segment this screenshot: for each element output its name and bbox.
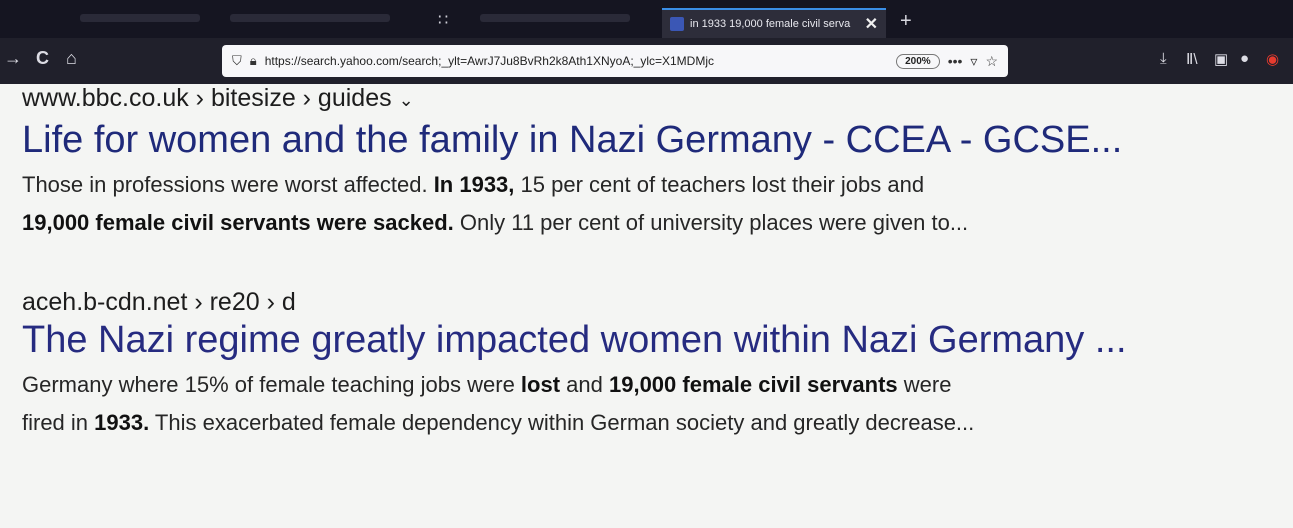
result-snippet: fired in 1933. This exacerbated female d… bbox=[22, 404, 1290, 442]
lock-icon[interactable]: 🔒︎ bbox=[250, 53, 257, 69]
search-result: aceh.b-cdn.net › re20 › d The Nazi regim… bbox=[22, 288, 1290, 442]
active-tab[interactable]: in 1933 19,000 female civil serva ✕ bbox=[662, 8, 886, 38]
background-tab[interactable] bbox=[80, 14, 200, 22]
snippet-highlight: 1933. bbox=[94, 410, 150, 435]
tab-bar: ∷ in 1933 19,000 female civil serva ✕ + bbox=[0, 0, 1293, 38]
tab-title: in 1933 19,000 female civil serva bbox=[690, 18, 851, 30]
result-snippet: Those in professions were worst affected… bbox=[22, 166, 1290, 204]
result-title-link[interactable]: Life for women and the family in Nazi Ge… bbox=[22, 119, 1290, 162]
extension-icon[interactable]: ● bbox=[1240, 50, 1249, 67]
reload-icon[interactable]: C bbox=[36, 48, 49, 69]
back-icon[interactable]: → bbox=[4, 48, 22, 69]
new-tab-button[interactable]: + bbox=[900, 10, 912, 33]
snippet-text: fired in bbox=[22, 410, 95, 435]
notification-icon[interactable]: ◉ bbox=[1266, 50, 1279, 68]
shield-icon[interactable]: ⛉ bbox=[232, 53, 242, 69]
tab-overflow-icon[interactable]: ∷ bbox=[438, 10, 449, 30]
snippet-text: Those in professions were worst affected… bbox=[22, 172, 434, 197]
snippet-text: and bbox=[560, 372, 609, 397]
background-tab[interactable] bbox=[480, 14, 630, 22]
navigation-bar: → C ⌂ ⛉ 🔒︎ https://search.yahoo.com/sear… bbox=[0, 38, 1293, 84]
snippet-text: 15 per cent of teachers lost their jobs … bbox=[514, 172, 925, 197]
snippet-highlight: 19,000 female civil servants were sacked… bbox=[22, 210, 454, 235]
yahoo-favicon-icon bbox=[670, 17, 684, 31]
home-icon[interactable]: ⌂ bbox=[66, 48, 77, 69]
snippet-text: Germany where 15% of female teaching job… bbox=[22, 372, 521, 397]
search-result: www.bbc.co.uk › bitesize › guides ⌄ Life… bbox=[22, 84, 1290, 242]
snippet-highlight: In 1933, bbox=[433, 172, 515, 197]
snippet-text: Only 11 per cent of university places we… bbox=[453, 210, 969, 235]
result-snippet: Germany where 15% of female teaching job… bbox=[22, 366, 1290, 404]
result-breadcrumb[interactable]: aceh.b-cdn.net › re20 › d bbox=[22, 288, 1290, 317]
library-icon[interactable]: Ⅱ\ bbox=[1186, 50, 1198, 68]
snippet-highlight: lost bbox=[520, 372, 561, 397]
url-text[interactable]: https://search.yahoo.com/search;_ylt=Awr… bbox=[265, 54, 888, 68]
breadcrumb-text: www.bbc.co.uk › bitesize › guides bbox=[22, 84, 392, 112]
sidebar-icon[interactable]: ▣ bbox=[1214, 50, 1228, 68]
result-breadcrumb[interactable]: www.bbc.co.uk › bitesize › guides ⌄ bbox=[22, 84, 1290, 113]
snippet-text: were bbox=[897, 372, 952, 397]
bookmark-star-icon[interactable]: ☆ bbox=[985, 53, 998, 70]
result-snippet: 19,000 female civil servants were sacked… bbox=[22, 204, 1290, 242]
snippet-highlight: 19,000 female civil servants bbox=[608, 372, 898, 397]
search-results: www.bbc.co.uk › bitesize › guides ⌄ Life… bbox=[22, 84, 1290, 442]
snippet-text: This exacerbated female dependency withi… bbox=[149, 410, 975, 435]
background-tab[interactable] bbox=[230, 14, 390, 22]
chevron-down-icon[interactable]: ⌄ bbox=[399, 90, 414, 110]
page-actions-icon[interactable]: ••• bbox=[948, 53, 963, 69]
close-tab-icon[interactable]: ✕ bbox=[865, 14, 878, 34]
zoom-indicator[interactable]: 200% bbox=[896, 53, 940, 69]
download-icon[interactable]: ⤓ bbox=[1160, 50, 1167, 67]
result-title-link[interactable]: The Nazi regime greatly impacted women w… bbox=[22, 319, 1290, 362]
address-bar[interactable]: ⛉ 🔒︎ https://search.yahoo.com/search;_yl… bbox=[222, 45, 1008, 77]
pocket-icon[interactable]: ▿ bbox=[970, 53, 977, 70]
